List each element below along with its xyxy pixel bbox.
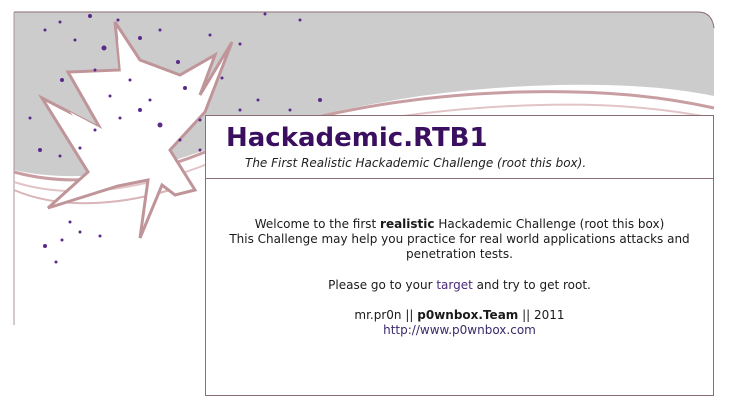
welcome-bold: realistic bbox=[380, 217, 435, 231]
url-line: http://www.p0wnbox.com bbox=[218, 323, 701, 338]
website-link[interactable]: http://www.p0wnbox.com bbox=[383, 323, 536, 337]
page-subtitle: The First Realistic Hackademic Challenge… bbox=[245, 156, 587, 170]
cta-prefix: Please go to your bbox=[328, 278, 437, 292]
page-title: Hackademic.RTB1 bbox=[226, 123, 488, 153]
credit-team: p0wnbox.Team bbox=[417, 308, 519, 322]
cta-line: Please go to your target and try to get … bbox=[218, 278, 701, 293]
credit-year: 2011 bbox=[534, 308, 565, 322]
cta-suffix: and try to get root. bbox=[472, 278, 591, 292]
target-link[interactable]: target bbox=[436, 278, 473, 292]
credit-separator: || bbox=[401, 308, 418, 322]
body-text: Welcome to the first realistic Hackademi… bbox=[206, 179, 713, 338]
challenge-description: This Challenge may help you practice for… bbox=[229, 232, 690, 261]
credits-line: mr.pr0n || p0wnbox.Team || 2011 bbox=[218, 308, 701, 323]
welcome-suffix: Hackademic Challenge (root this box) bbox=[434, 217, 665, 231]
credit-separator: || bbox=[518, 308, 535, 322]
welcome-prefix: Welcome to the first bbox=[254, 217, 381, 231]
welcome-line: Welcome to the first realistic Hackademi… bbox=[218, 217, 701, 232]
header: Hackademic.RTB1 The First Realistic Hack… bbox=[206, 116, 713, 179]
credit-author: mr.pr0n bbox=[354, 308, 402, 322]
content-panel: Hackademic.RTB1 The First Realistic Hack… bbox=[205, 115, 714, 396]
